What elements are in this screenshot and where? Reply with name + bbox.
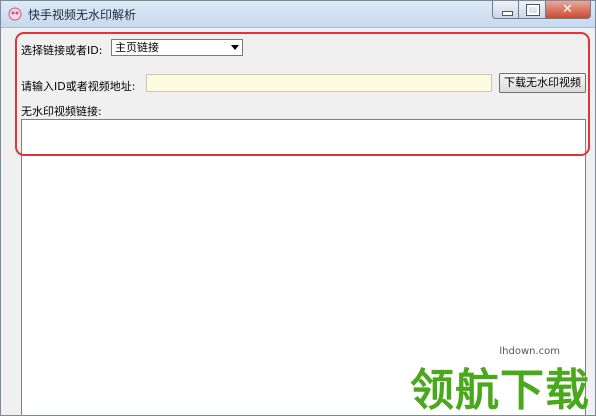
watermark-site: lhdown.com	[499, 346, 560, 357]
watermark-logo-text: 领航下载	[410, 365, 590, 416]
app-icon	[8, 7, 22, 21]
highlight-outline	[15, 32, 590, 156]
title-bar[interactable]: 快手视频无水印解析 ✕	[1, 1, 595, 28]
watermark: lhdown.com 领航下载	[400, 346, 590, 416]
window-title: 快手视频无水印解析	[28, 8, 137, 22]
window-controls: ✕	[492, 1, 591, 19]
maximize-button[interactable]	[519, 1, 546, 19]
minimize-button[interactable]	[492, 1, 519, 19]
close-button[interactable]: ✕	[546, 1, 591, 19]
close-icon: ✕	[562, 2, 573, 17]
